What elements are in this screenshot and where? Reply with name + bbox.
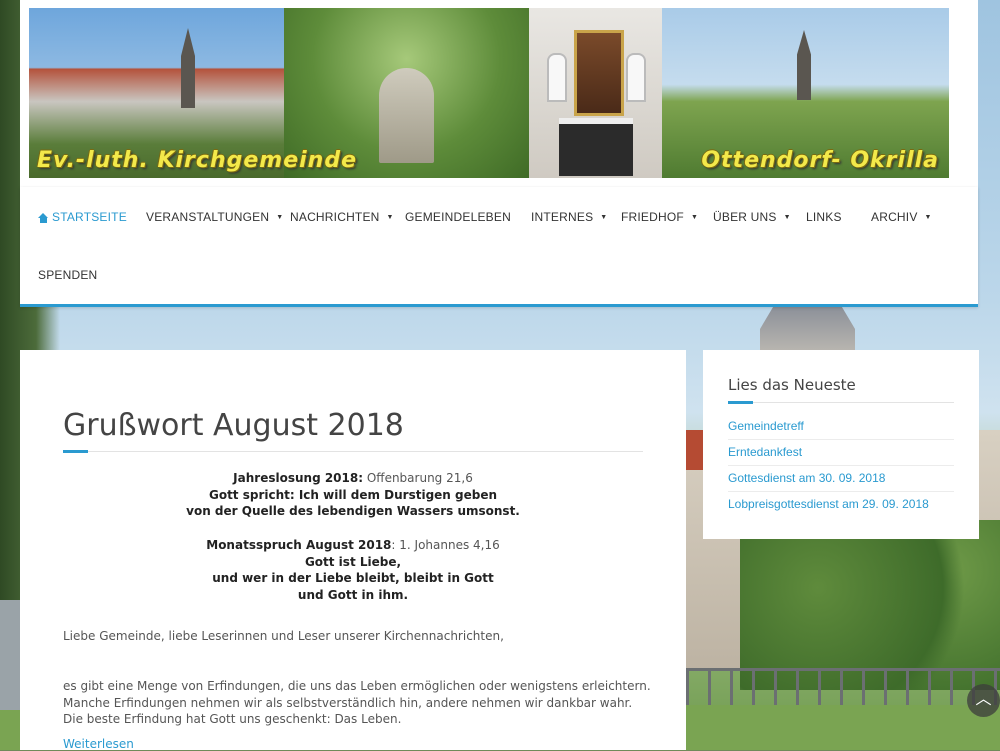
nav-item-label: Friedhof — [621, 210, 684, 224]
nav-item-spenden[interactable]: Spenden — [38, 268, 97, 282]
losung-line-2: von der Quelle des lebendigen Wassers um… — [186, 504, 520, 518]
nav-item-startseite[interactable]: Startseite — [38, 210, 127, 224]
banner-title-right: Ottendorf- Okrilla — [701, 148, 939, 173]
caret-down-icon: ▼ — [276, 214, 284, 221]
monatsspruch-block: Monatsspruch August 2018: 1. Johannes 4,… — [63, 537, 643, 603]
nav-item-label: Links — [806, 210, 842, 224]
header-banner[interactable]: Ev.-luth. Kirchgemeinde Ottendorf- Okril… — [29, 8, 949, 178]
list-item: Lobpreisgottesdienst am 29. 09. 2018 — [728, 492, 954, 517]
nav-item-label: Spenden — [38, 268, 98, 282]
caret-down-icon: ▼ — [924, 214, 932, 221]
nav-item-friedhof[interactable]: Friedhof ▼ — [621, 210, 698, 224]
body-paragraph-2: Die beste Erfindung hat Gott uns geschen… — [63, 712, 402, 726]
nav-item-label: Internes — [531, 210, 594, 224]
nav-item-nachrichten[interactable]: Nachrichten ▼ — [290, 210, 394, 224]
list-item: Gottesdienst am 30. 09. 2018 — [728, 466, 954, 492]
read-more-link[interactable]: Weiterlesen — [63, 737, 134, 751]
nav-item-label: Nachrichten — [290, 210, 380, 224]
greeting-text: Liebe Gemeinde, liebe Leserinnen und Les… — [63, 629, 504, 643]
widget-title: Lies das Neueste — [728, 376, 856, 394]
latest-post-link[interactable]: Lobpreisgottesdienst am 29. 09. 2018 — [728, 497, 929, 511]
sidebar-widget-latest: Lies das Neueste Gemeindetreff Erntedank… — [703, 350, 979, 539]
caret-down-icon: ▼ — [783, 214, 791, 221]
nav-item-label: Gemeindeleben — [405, 210, 511, 224]
list-item: Gemeindetreff — [728, 414, 954, 440]
widget-title-accent-bar — [728, 401, 753, 404]
nav-item-veranstaltungen[interactable]: Veranstaltungen ▼ — [146, 210, 283, 224]
nav-item-label: Startseite — [52, 210, 127, 224]
home-icon — [38, 213, 49, 223]
spruch-line-1: Gott ist Liebe, — [304, 554, 402, 569]
latest-post-link[interactable]: Gemeindetreff — [728, 419, 804, 433]
nav-item-label: Über uns — [713, 210, 777, 224]
nav-item-label: Veranstaltungen — [146, 210, 270, 224]
main-content: Grußwort August 2018 Jahreslosung 2018: … — [20, 350, 686, 751]
banner-photo-altar — [529, 8, 662, 178]
body-paragraph-1: es gibt eine Menge von Erfindungen, die … — [63, 679, 651, 710]
banner-title-left: Ev.-luth. Kirchgemeinde — [37, 148, 357, 173]
jahreslosung-block: Jahreslosung 2018: Offenbarung 21,6 Gott… — [63, 470, 643, 520]
nav-item-internes[interactable]: Internes ▼ — [531, 210, 607, 224]
losung-label: Jahreslosung 2018: — [233, 471, 364, 485]
chevron-up-icon: ︿ — [975, 689, 992, 708]
latest-post-link[interactable]: Gottesdienst am 30. 09. 2018 — [728, 471, 885, 485]
losung-reference: Offenbarung 21,6 — [366, 471, 473, 485]
latest-posts-list: Gemeindetreff Erntedankfest Gottesdienst… — [728, 414, 954, 517]
widget-title-divider — [728, 402, 954, 403]
nav-item-archiv[interactable]: Archiv ▼ — [871, 210, 932, 224]
header: Ev.-luth. Kirchgemeinde Ottendorf- Okril… — [20, 0, 978, 187]
spruch-line-2: und wer in der Liebe bleibt, bleibt in G… — [212, 571, 494, 585]
post-title[interactable]: Grußwort August 2018 — [63, 408, 404, 443]
back-to-top-button[interactable]: ︿ — [967, 684, 1000, 717]
caret-down-icon: ▼ — [386, 214, 394, 221]
latest-post-link[interactable]: Erntedankfest — [728, 445, 802, 459]
title-divider — [63, 451, 643, 452]
nav-item-ueber-uns[interactable]: Über uns ▼ — [713, 210, 791, 224]
main-navigation: Startseite Veranstaltungen ▼ Nachrichten ▼… — [20, 187, 978, 307]
title-accent-bar — [63, 450, 88, 453]
caret-down-icon: ▼ — [600, 214, 608, 221]
losung-line-1: Gott spricht: Ich will dem Durstigen geb… — [208, 487, 498, 502]
spruch-line-3: und Gott in ihm. — [297, 587, 409, 602]
nav-item-gemeindeleben[interactable]: Gemeindeleben — [405, 210, 511, 224]
spruch-label: Monatsspruch August 2018 — [206, 538, 392, 552]
caret-down-icon: ▼ — [690, 214, 699, 221]
nav-item-links[interactable]: Links — [806, 210, 842, 224]
list-item: Erntedankfest — [728, 440, 954, 466]
nav-item-label: Archiv — [871, 210, 918, 224]
spruch-reference: : 1. Johannes 4,16 — [391, 538, 500, 552]
